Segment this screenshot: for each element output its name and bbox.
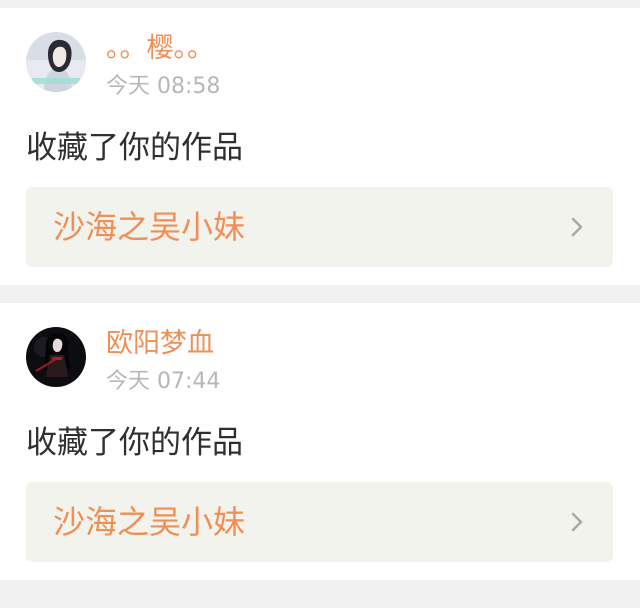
notification-feed: 。。樱。。 今天 08:58 收藏了你的作品 沙海之吴小妹 欧阳梦血 今天 07… — [0, 0, 640, 608]
chevron-right-icon — [568, 510, 586, 534]
action-text: 收藏了你的作品 — [26, 130, 243, 166]
avatar[interactable] — [26, 327, 86, 387]
username-link[interactable]: 。。樱。。 — [106, 32, 214, 66]
notification-card: 欧阳梦血 今天 07:44 收藏了你的作品 沙海之吴小妹 — [0, 303, 640, 580]
avatar[interactable] — [26, 32, 86, 92]
timestamp: 今天 08:58 — [106, 74, 221, 99]
action-text: 收藏了你的作品 — [26, 425, 243, 461]
username-link[interactable]: 欧阳梦血 — [106, 327, 214, 361]
work-title: 沙海之吴小妹 — [53, 208, 246, 246]
notification-card: 。。樱。。 今天 08:58 收藏了你的作品 沙海之吴小妹 — [0, 8, 640, 285]
avatar-image — [26, 32, 86, 92]
work-link[interactable]: 沙海之吴小妹 — [26, 187, 613, 267]
work-title: 沙海之吴小妹 — [53, 503, 246, 541]
timestamp: 今天 07:44 — [106, 369, 221, 394]
work-link[interactable]: 沙海之吴小妹 — [26, 482, 613, 562]
avatar-image — [26, 327, 86, 387]
chevron-right-icon — [568, 215, 586, 239]
